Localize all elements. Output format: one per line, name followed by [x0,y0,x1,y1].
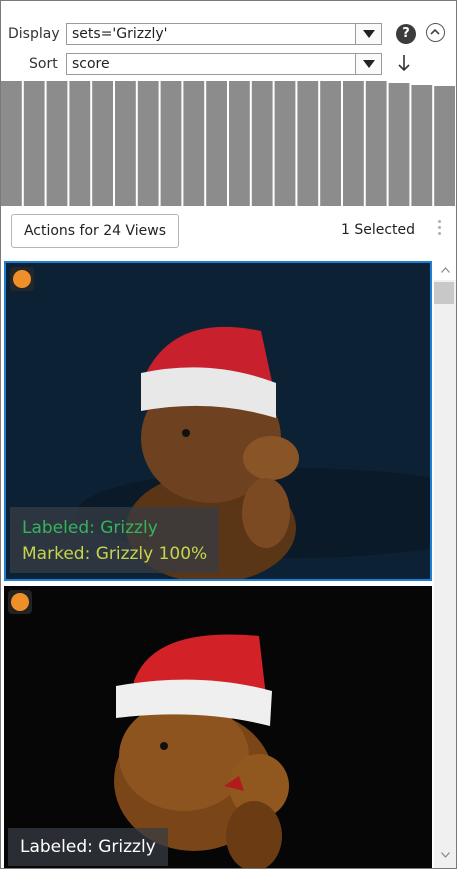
sort-dropdown-button[interactable] [355,54,381,74]
sort-select[interactable]: score [66,53,382,75]
labeled-text: Labeled: Grizzly [22,518,158,538]
label-color-badge [10,267,34,291]
actions-button[interactable]: Actions for 24 Views [11,214,179,248]
card-caption: Labeled: Grizzly [8,828,168,866]
histogram-bar[interactable] [411,85,433,206]
bear-image [4,586,432,868]
histogram-bar[interactable] [92,81,113,206]
marked-text: Marked: Grizzly 100% [22,544,208,564]
gallery-panel: Display sets='Grizzly' ? Sort score Acti… [0,0,457,869]
selected-count: 1 Selected [341,222,416,238]
labeled-text: Labeled: Grizzly [20,837,156,857]
histogram-bar[interactable] [274,81,296,206]
display-label: Display [8,26,60,42]
sort-row: Sort score [1,53,456,77]
histogram-bar[interactable] [69,81,91,206]
score-histogram[interactable] [1,78,457,206]
image-card[interactable]: Labeled: Grizzly [4,586,432,868]
histogram-bar[interactable] [388,83,410,206]
histogram-bar[interactable] [23,81,45,206]
label-color-badge [8,590,32,614]
collapse-icon[interactable] [426,23,445,42]
scrollbar[interactable] [434,280,456,868]
histogram-bar[interactable] [46,81,68,206]
sort-descending-icon[interactable] [397,53,411,73]
display-row: Display sets='Grizzly' [1,23,456,47]
image-card-selected[interactable]: Labeled: Grizzly Marked: Grizzly 100% [4,261,432,581]
histogram-bar[interactable] [183,81,205,206]
sort-value: score [72,56,110,72]
histogram-bar[interactable] [137,81,159,206]
help-icon[interactable]: ? [396,24,416,44]
chevron-up-icon [430,28,440,35]
histogram-bar[interactable] [160,81,182,206]
scrollbar-thumb[interactable] [434,282,454,304]
display-value: sets='Grizzly' [72,26,168,42]
image-gallery: Labeled: Grizzly Marked: Grizzly 100% La… [1,259,433,868]
histogram-bar[interactable] [251,81,273,206]
histogram-bar[interactable] [297,81,319,206]
card-caption: Labeled: Grizzly Marked: Grizzly 100% [10,507,220,573]
more-options-icon[interactable] [438,220,442,238]
scroll-up-icon[interactable] [441,267,450,273]
histogram-bar[interactable] [365,81,387,206]
display-select[interactable]: sets='Grizzly' [66,23,382,45]
histogram-bar[interactable] [343,81,364,206]
dropdown-arrow-icon [363,60,375,68]
scroll-down-icon[interactable] [441,852,450,858]
histogram-bar[interactable] [1,81,22,206]
histogram-bar[interactable] [229,81,250,206]
histogram-bar[interactable] [206,81,227,206]
histogram-bar[interactable] [434,86,455,206]
dropdown-arrow-icon [363,30,375,38]
histogram-bar[interactable] [320,81,341,206]
histogram-bar[interactable] [115,81,136,206]
sort-label: Sort [29,56,58,72]
display-dropdown-button[interactable] [355,24,381,44]
